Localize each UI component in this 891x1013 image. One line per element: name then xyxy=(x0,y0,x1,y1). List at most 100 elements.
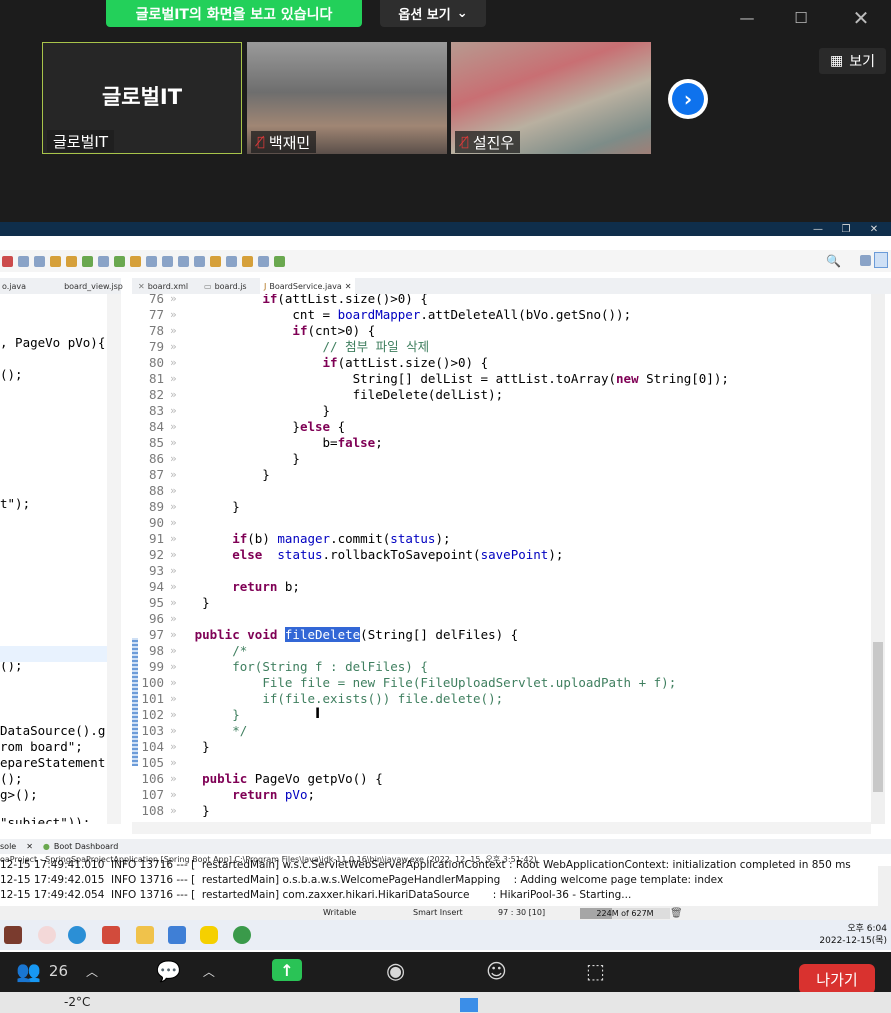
code-line[interactable]: "subject")); xyxy=(0,815,90,824)
code-line[interactable]: if(attList.size()>0) { xyxy=(172,294,428,307)
code-line[interactable]: if(attList.size()>0) { xyxy=(172,355,489,371)
code-line[interactable]: } xyxy=(172,499,240,515)
tab-board-service[interactable]: J BoardService.java ✕ xyxy=(260,278,356,294)
code-line[interactable]: // 첨부 파일 삭제 xyxy=(172,339,430,355)
tab-console[interactable]: sole xyxy=(0,842,16,851)
chat-button[interactable]: 💬 ︿ xyxy=(156,956,215,986)
code-line[interactable]: rom board"; xyxy=(0,739,83,755)
close-tab-icon[interactable]: ✕ xyxy=(26,842,33,851)
debug-icon[interactable] xyxy=(34,255,45,267)
code-line[interactable]: */ xyxy=(172,723,247,739)
code-line[interactable]: for(String f : delFiles) { xyxy=(172,659,428,675)
maximize-icon[interactable]: ☐ xyxy=(786,6,816,30)
new-icon[interactable] xyxy=(18,255,29,267)
code-line[interactable]: } xyxy=(172,403,331,419)
garbage-collect-icon[interactable]: 🗑 xyxy=(670,908,683,919)
minimize-icon[interactable]: — xyxy=(808,222,828,236)
code-line[interactable]: public void fileDelete(String[] delFiles… xyxy=(172,627,518,643)
code-line[interactable]: String[] delList = attList.toArray(new S… xyxy=(172,371,729,387)
nav-icon[interactable] xyxy=(226,255,237,267)
scrollbar[interactable] xyxy=(107,294,121,824)
annotation-icon[interactable] xyxy=(210,255,221,267)
code-line[interactable]: if(b) manager.commit(status); xyxy=(172,531,450,547)
code-line[interactable]: cnt = boardMapper.attDeleteAll(bVo.getSn… xyxy=(172,307,631,323)
code-line[interactable]: /* xyxy=(172,643,247,659)
chevron-up-icon[interactable]: ︿ xyxy=(86,963,98,980)
tab-java[interactable]: o.java xyxy=(2,282,26,291)
share-screen-button[interactable]: ↑ xyxy=(272,959,302,981)
chevron-up-icon[interactable]: ︿ xyxy=(203,963,215,980)
code-line[interactable]: (); xyxy=(0,367,23,383)
app-icon[interactable] xyxy=(102,926,120,944)
code-line[interactable]: if(file.exists()) file.delete(); xyxy=(172,691,503,707)
code-line[interactable]: if(cnt>0) { xyxy=(172,323,375,339)
tab-boot-dashboard[interactable]: Boot Dashboard xyxy=(54,842,118,851)
leave-button[interactable]: 나가기 xyxy=(799,964,875,994)
run-config-icon[interactable] xyxy=(82,255,93,267)
gallery-view-button[interactable]: ▦ 보기 xyxy=(819,48,886,74)
close-icon[interactable]: ✕ xyxy=(846,6,876,30)
build-icon[interactable] xyxy=(194,255,205,267)
search-project-icon[interactable] xyxy=(114,255,125,267)
pin-icon[interactable] xyxy=(274,255,285,267)
code-line[interactable]: epareStatement xyxy=(0,755,105,771)
horizontal-scrollbar[interactable] xyxy=(132,822,871,834)
package-icon[interactable] xyxy=(66,255,77,267)
code-line[interactable]: return b; xyxy=(172,579,300,595)
layout-icon[interactable] xyxy=(146,255,157,267)
minimize-icon[interactable]: — xyxy=(732,6,762,30)
code-line[interactable]: else status.rollbackToSavepoint(savePoin… xyxy=(172,547,563,563)
tab-board-js[interactable]: ▭ board.js xyxy=(200,278,251,294)
video-tile-participant[interactable]: 🎙̸ 설진우 xyxy=(451,42,651,154)
close-icon[interactable]: ✕ xyxy=(864,222,884,236)
app-icon[interactable] xyxy=(68,926,86,944)
reactions-button[interactable]: ☺ xyxy=(486,956,507,986)
code-line[interactable]: File file = new File(FileUploadServlet.u… xyxy=(172,675,676,691)
console-output[interactable]: 12-15 17:49:41.010 INFO 13716 --- [ rest… xyxy=(0,859,878,906)
code-line[interactable]: }else { xyxy=(172,419,345,435)
close-tab-icon[interactable]: ✕ xyxy=(345,282,352,291)
apps-button[interactable]: ⬚ xyxy=(586,956,605,986)
code-line[interactable]: t"); xyxy=(0,496,30,512)
scrollbar-thumb[interactable] xyxy=(873,642,883,792)
run-icon[interactable] xyxy=(2,255,13,267)
tab-board-view[interactable]: board_view.jsp xyxy=(64,282,123,291)
code-editor[interactable]: 76 » if(attList.size()>0) {77 » cnt = boar… xyxy=(132,294,871,824)
app-icon[interactable] xyxy=(38,926,56,944)
video-tile-participant[interactable]: 🎙̸ 백재민 xyxy=(247,42,447,154)
code-line[interactable]: } xyxy=(172,803,210,819)
record-button[interactable]: ◉ xyxy=(386,956,405,986)
edit-icon[interactable] xyxy=(98,255,109,267)
globe-icon[interactable] xyxy=(178,255,189,267)
folder-icon[interactable] xyxy=(136,926,154,944)
toggle-icon[interactable] xyxy=(162,255,173,267)
open-perspective-icon[interactable] xyxy=(860,255,871,266)
code-line[interactable]: } xyxy=(172,707,240,723)
forward-icon[interactable] xyxy=(258,255,269,267)
code-line[interactable]: public PageVo getpVo() { xyxy=(172,771,383,787)
code-line[interactable]: return pVo; xyxy=(172,787,315,803)
tab-board-xml[interactable]: ✕ board.xml xyxy=(134,278,192,294)
restore-icon[interactable]: ❐ xyxy=(836,222,856,236)
code-line[interactable]: } xyxy=(172,739,210,755)
code-line[interactable]: (); xyxy=(0,771,23,787)
document-icon[interactable] xyxy=(168,926,186,944)
open-folder-icon[interactable] xyxy=(50,255,61,267)
java-perspective-icon[interactable] xyxy=(874,252,888,268)
next-page-button[interactable]: › xyxy=(668,79,708,119)
scrollbar[interactable] xyxy=(878,866,891,906)
code-line[interactable]: } xyxy=(172,451,300,467)
code-line[interactable]: } xyxy=(172,467,270,483)
code-line[interactable]: } xyxy=(172,595,210,611)
chat-app-icon[interactable] xyxy=(200,926,218,944)
task-icon[interactable] xyxy=(130,255,141,267)
view-options-button[interactable]: 옵션 보기 ⌄ xyxy=(380,0,486,27)
app-icon[interactable] xyxy=(4,926,22,944)
search-icon[interactable]: 🔍 xyxy=(826,254,841,268)
left-editor-pane[interactable]: , PageVo pVo){(); t"); (); DataSource().g ro… xyxy=(0,294,107,824)
back-icon[interactable] xyxy=(242,255,253,267)
participants-button[interactable]: 👥 26 ︿ xyxy=(16,956,98,986)
app-icon[interactable] xyxy=(233,926,251,944)
windows-start-icon[interactable] xyxy=(460,998,478,1012)
code-line[interactable]: DataSource().g xyxy=(0,723,105,739)
